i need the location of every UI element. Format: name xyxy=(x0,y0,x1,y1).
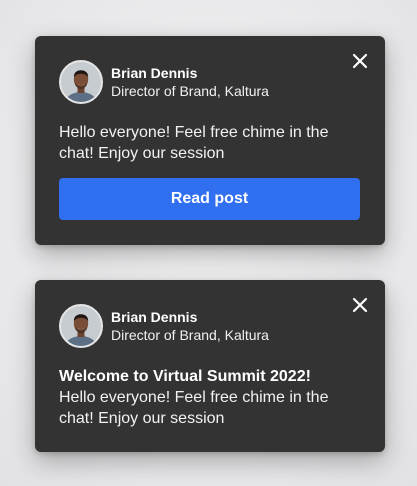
notification-message: Hello everyone! Feel free chime in the c… xyxy=(59,124,329,162)
author-header: Brian Dennis Director of Brand, Kaltura xyxy=(59,60,269,104)
author-meta: Brian Dennis Director of Brand, Kaltura xyxy=(111,308,269,344)
notification-title: Welcome to Virtual Summit 2022! xyxy=(59,368,311,385)
author-meta: Brian Dennis Director of Brand, Kaltura xyxy=(111,64,269,100)
author-name: Brian Dennis xyxy=(111,309,198,325)
author-name: Brian Dennis xyxy=(111,65,198,81)
avatar xyxy=(59,304,103,348)
close-icon[interactable] xyxy=(351,52,369,70)
author-role: Director of Brand, Kaltura xyxy=(111,327,269,343)
avatar xyxy=(59,60,103,104)
read-post-button[interactable]: Read post xyxy=(59,178,360,220)
close-icon[interactable] xyxy=(351,296,369,314)
notification-card: Brian Dennis Director of Brand, Kaltura … xyxy=(35,280,385,452)
notification-message: Hello everyone! Feel free chime in the c… xyxy=(59,389,329,427)
author-role: Director of Brand, Kaltura xyxy=(111,83,269,99)
page-background: Brian Dennis Director of Brand, Kaltura … xyxy=(0,0,417,486)
author-header: Brian Dennis Director of Brand, Kaltura xyxy=(59,304,269,348)
notification-card: Brian Dennis Director of Brand, Kaltura … xyxy=(35,36,385,245)
